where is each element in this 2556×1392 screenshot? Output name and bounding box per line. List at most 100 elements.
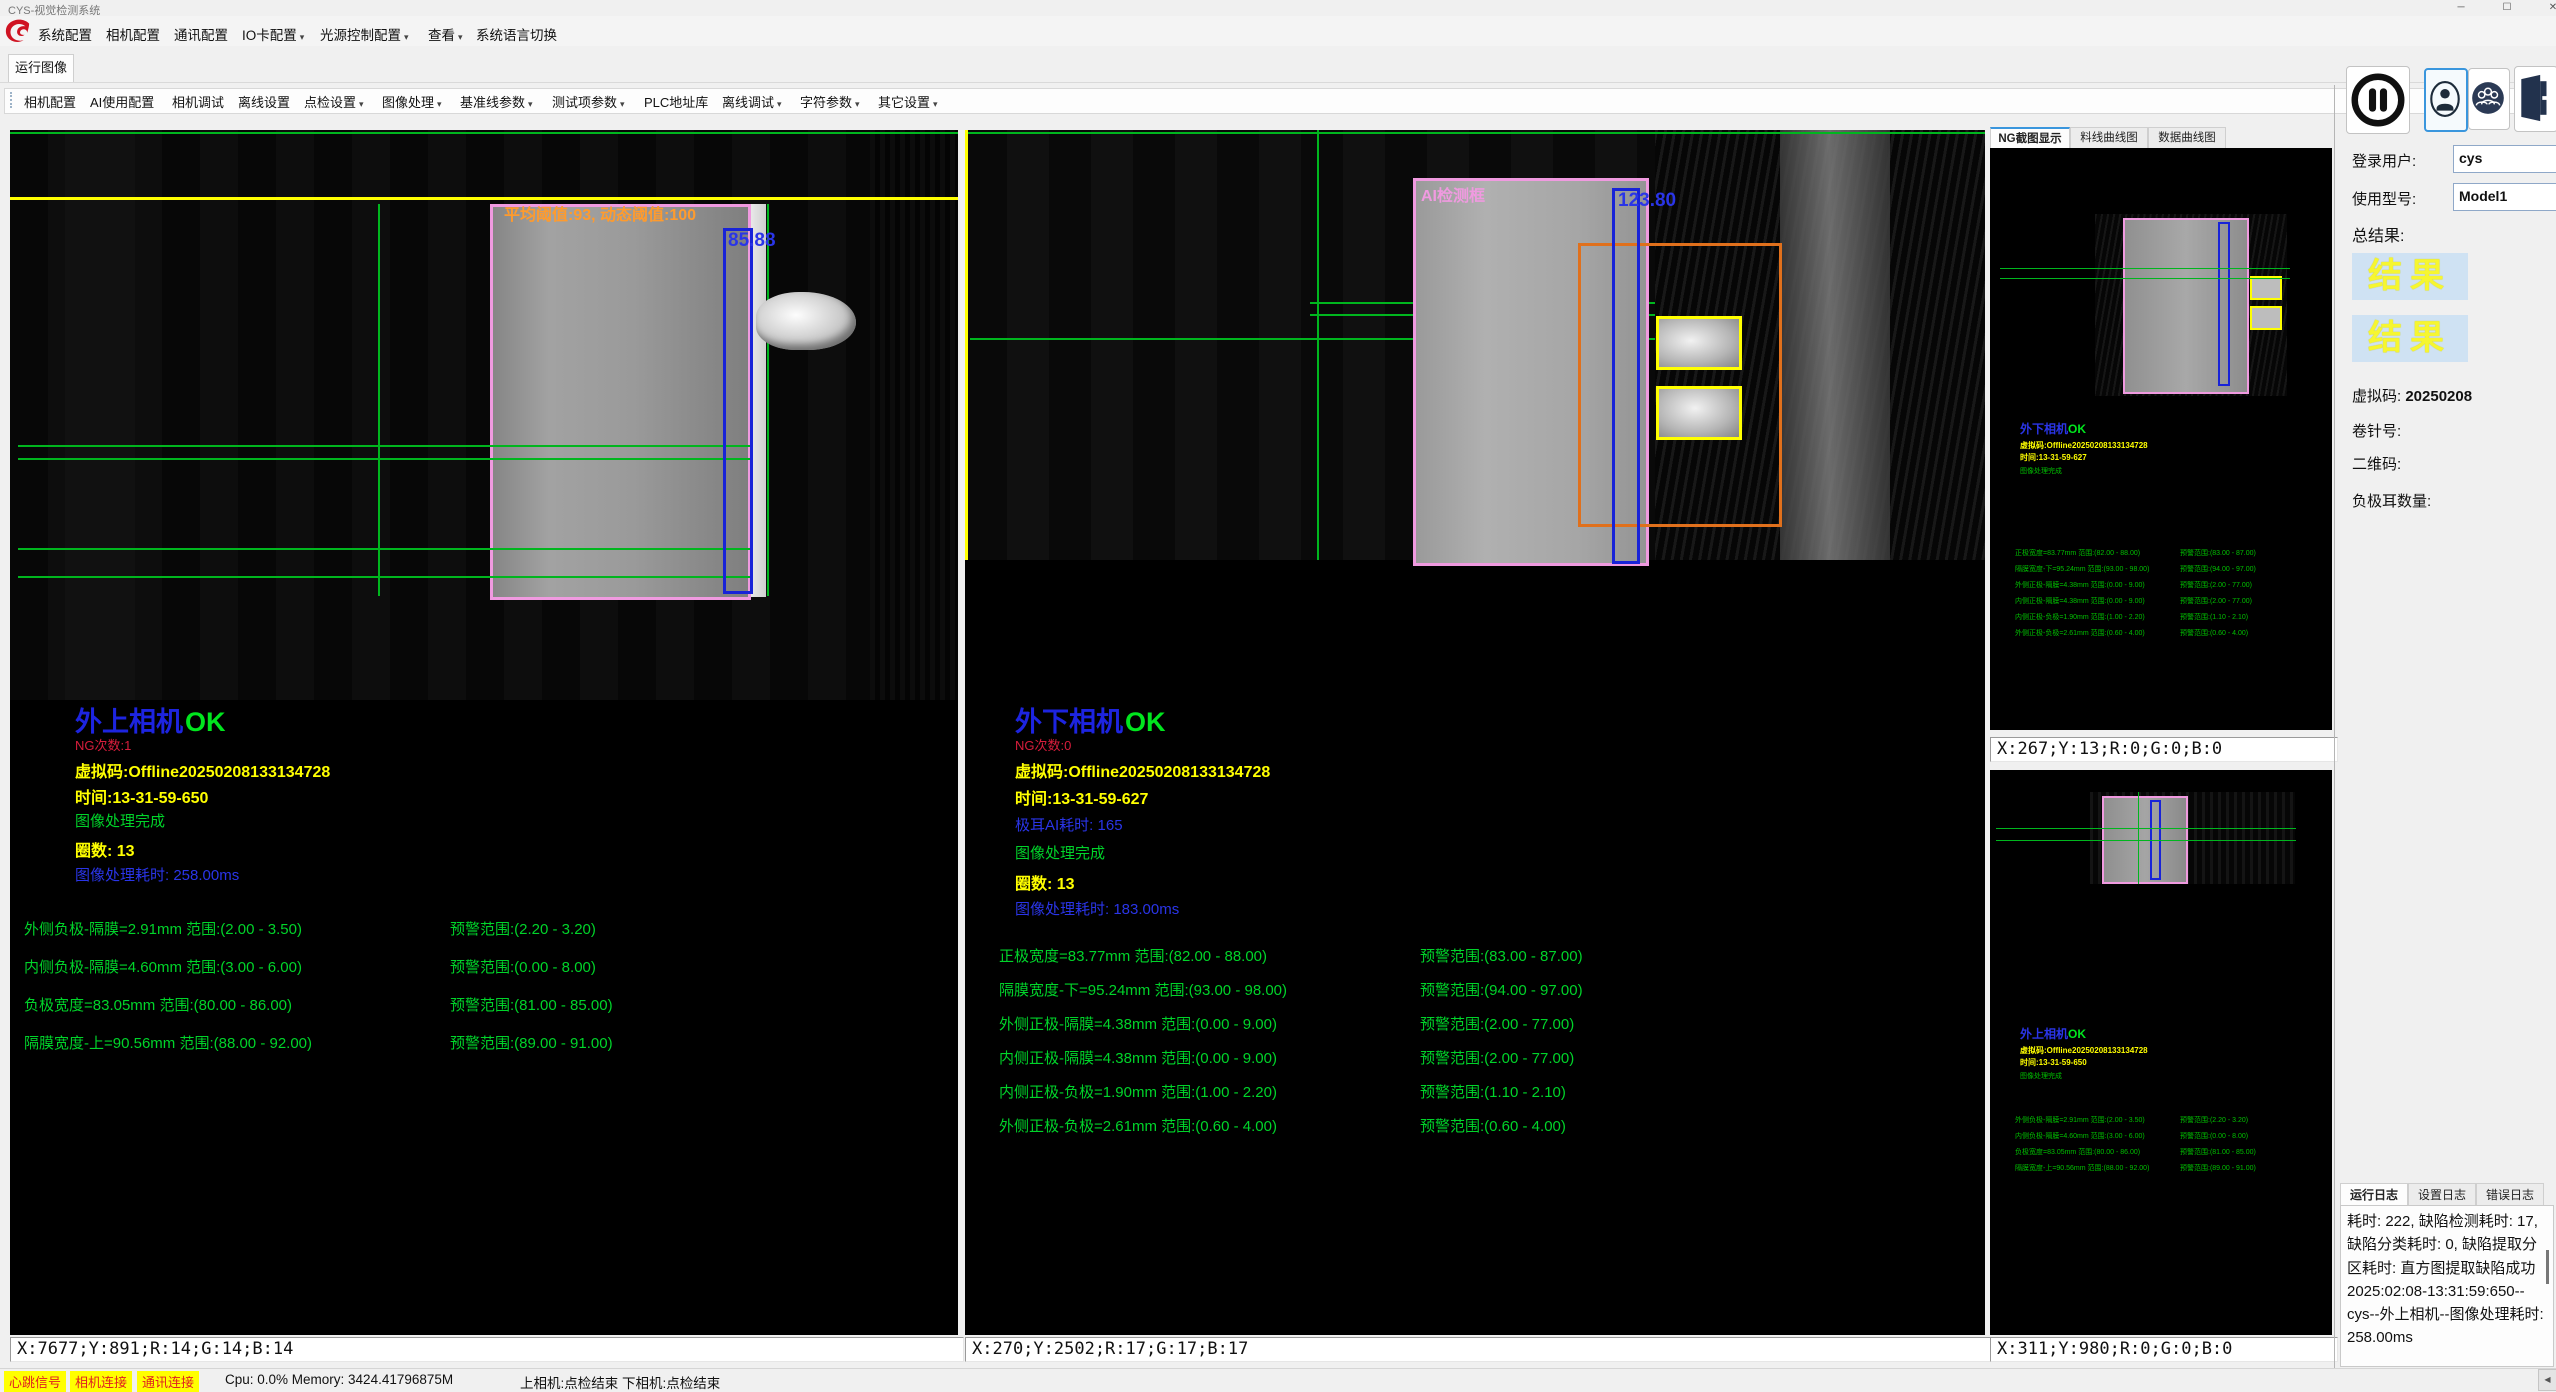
- tab-run-image[interactable]: 运行图像: [8, 54, 74, 82]
- menu-system-config[interactable]: 系统配置: [38, 24, 95, 44]
- result-badge-2: 结果: [2352, 315, 2468, 362]
- tool-other-settings[interactable]: 其它设置▾: [878, 92, 938, 111]
- qr-code-label: 二维码:: [2352, 453, 2401, 474]
- run-log-text[interactable]: 耗时: 222, 缺陷检测耗时: 17, 缺陷分类耗时: 0, 缺陷提取分区耗时…: [2340, 1205, 2554, 1367]
- thumb-camera-title: 外上相机OK: [2020, 1025, 2086, 1042]
- separator-strip: [751, 204, 766, 597]
- thumb-row: 预警范围:(1.10 - 2.10): [2180, 612, 2320, 622]
- ng-count: NG次数:1: [75, 735, 131, 754]
- metal-tab-blob: [756, 292, 856, 350]
- thumb-row: 预警范围:(0.60 - 4.00): [2180, 628, 2320, 638]
- ng-thumbnail-1[interactable]: 外下相机OK 虚拟码:Offline20250208133134728 时间:1…: [1990, 148, 2332, 730]
- log-scrollbar[interactable]: [2546, 1250, 2549, 1284]
- camera-view-bottom[interactable]: AI检测框 123.80 外下相机OK NG次数:0 虚拟码:Offline20…: [965, 130, 1985, 1335]
- tool-offline-debug[interactable]: 离线调试▾: [722, 92, 782, 111]
- pixel-coord-readout-top: X:7677;Y:891;R:14;G:14;B:14: [10, 1337, 964, 1362]
- close-button[interactable]: ✕: [2536, 0, 2556, 15]
- tool-baseline-params[interactable]: 基准线参数▾: [460, 92, 533, 111]
- ai-time-line: 极耳AI耗时: 165: [1015, 814, 1123, 835]
- tab-run-log[interactable]: 运行日志: [2340, 1183, 2408, 1206]
- virtual-code-label: 虚拟码: 20250208: [2352, 385, 2472, 406]
- thumb-row: 隔膜宽度-上=90.56mm 范围:(88.00 - 92.00): [2015, 1163, 2165, 1173]
- image-band: [870, 130, 958, 700]
- tool-camera-debug[interactable]: 相机调试: [172, 92, 227, 111]
- tab-ng-screenshot[interactable]: NG截图显示: [1990, 127, 2070, 150]
- process-time-line: 图像处理耗时: 183.00ms: [1015, 898, 1179, 919]
- tool-spot-check-setting[interactable]: 点检设置▾: [304, 92, 364, 111]
- tool-ai-use-config[interactable]: AI使用配置: [90, 92, 157, 111]
- scroll-left-arrow[interactable]: ◀: [2538, 1369, 2556, 1391]
- menu-language-switch[interactable]: 系统语言切换: [476, 24, 560, 44]
- thumb-guide-line: [2138, 792, 2139, 884]
- tab-line-curve[interactable]: 料线曲线图: [2070, 127, 2148, 149]
- ng-count: NG次数:0: [1015, 735, 1071, 754]
- thumb-row: 预警范围:(0.00 - 8.00): [2180, 1131, 2320, 1141]
- thumb-row: 正极宽度=83.77mm 范围:(82.00 - 88.00): [2015, 548, 2165, 558]
- measurement-row: 内侧负极-隔膜=4.60mm 范围:(3.00 - 6.00): [24, 956, 302, 977]
- pause-icon: [2347, 67, 2409, 133]
- guide-line: [18, 458, 750, 460]
- guide-line: [18, 445, 750, 447]
- exit-button[interactable]: [2514, 66, 2556, 132]
- warn-range: 预警范围:(0.60 - 4.00): [1420, 1115, 1566, 1136]
- login-user-button[interactable]: [2424, 68, 2468, 132]
- cpu-memory-status: Cpu: 0.0% Memory: 3424.41796875M: [225, 1372, 453, 1387]
- process-done-line: 图像处理完成: [75, 810, 165, 831]
- model-label: 使用型号:: [2352, 188, 2416, 209]
- measurement-row: 内侧正极-负极=1.90mm 范围:(1.00 - 2.20): [999, 1081, 1277, 1102]
- tool-offline-setting[interactable]: 离线设置: [238, 92, 293, 111]
- menu-io-card-config[interactable]: IO卡配置▾: [242, 24, 304, 44]
- logout-door-icon: [2515, 67, 2556, 129]
- thumb-row: 内侧正极-隔膜=4.38mm 范围:(0.00 - 9.00): [2015, 596, 2165, 606]
- time-line: 时间:13-31-59-650: [75, 784, 208, 808]
- tool-image-processing[interactable]: 图像处理▾: [382, 92, 442, 111]
- camera-image-top: [10, 130, 958, 700]
- login-user-label: 登录用户:: [2352, 150, 2416, 171]
- baseline-yellow-vertical: [965, 130, 968, 560]
- menu-light-control-config[interactable]: 光源控制配置▾: [320, 24, 409, 44]
- menu-view[interactable]: 查看▾: [428, 24, 463, 44]
- tool-char-params[interactable]: 字符参数▾: [800, 92, 860, 111]
- thumb-row: 图像处理完成: [2020, 466, 2300, 476]
- negative-tab-count-label: 负极耳数量:: [2352, 490, 2431, 511]
- camera-status-title: 外上相机OK: [75, 700, 226, 739]
- baseline-yellow: [10, 197, 958, 200]
- tool-test-item-params[interactable]: 测试项参数▾: [552, 92, 625, 111]
- spot-check-status: 上相机:点检结束 下相机:点检结束: [520, 1372, 720, 1392]
- virtual-code-line: 虚拟码:Offline20250208133134728: [1015, 758, 1270, 782]
- menu-comm-config[interactable]: 通讯配置: [174, 24, 231, 44]
- sidebar-divider: [2334, 85, 2335, 1370]
- pause-button[interactable]: [2346, 66, 2410, 134]
- menu-camera-config[interactable]: 相机配置: [106, 24, 163, 44]
- loop-count-line: 圈数: 13: [75, 837, 135, 861]
- login-user-field[interactable]: cys: [2453, 145, 2556, 173]
- thumb-row: 隔膜宽度-下=95.24mm 范围:(93.00 - 98.00): [2015, 564, 2165, 574]
- view-tab-row: [0, 46, 2556, 83]
- minimize-button[interactable]: ─: [2444, 0, 2478, 15]
- thumb-row: 预警范围:(94.00 - 97.00): [2180, 564, 2320, 574]
- thumb-row: 预警范围:(2.00 - 77.00): [2180, 596, 2320, 606]
- tab-error-log[interactable]: 错误日志: [2476, 1183, 2544, 1206]
- ng-thumbnail-2[interactable]: 外上相机OK 虚拟码:Offline20250208133134728 时间:1…: [1990, 770, 2332, 1335]
- measurement-row: 隔膜宽度-下=95.24mm 范围:(93.00 - 98.00): [999, 979, 1287, 1000]
- thumb-electrode-box: [2123, 218, 2249, 394]
- camera-view-top[interactable]: 平均阈值:93, 动态阈值:100 85.88 外上相机OK NG次数:1 虚拟…: [10, 130, 958, 1335]
- warn-range: 预警范围:(2.20 - 3.20): [450, 918, 596, 939]
- tab-data-curve[interactable]: 数据曲线图: [2148, 127, 2226, 149]
- tool-camera-config[interactable]: 相机配置: [24, 92, 79, 111]
- thumb-vcode: 虚拟码:Offline20250208133134728: [2020, 1045, 2300, 1056]
- thumb-guide-line: [2000, 268, 2290, 269]
- model-field[interactable]: Model1: [2453, 183, 2556, 211]
- guide-line-vertical: [378, 204, 380, 596]
- guide-line-vertical: [767, 204, 769, 596]
- process-done-line: 图像处理完成: [1015, 842, 1105, 863]
- measurement-row: 内侧正极-隔膜=4.38mm 范围:(0.00 - 9.00): [999, 1047, 1277, 1068]
- toolbar-grip-handle[interactable]: [10, 92, 16, 108]
- tab-setting-log[interactable]: 设置日志: [2408, 1183, 2476, 1206]
- maximize-button[interactable]: ☐: [2490, 0, 2524, 15]
- measure-value-overlay: 85.88: [728, 230, 776, 252]
- user-manage-button[interactable]: [2468, 68, 2510, 130]
- tool-plc-address-lib[interactable]: PLC地址库: [644, 92, 711, 111]
- warn-range: 预警范围:(1.10 - 2.10): [1420, 1081, 1566, 1102]
- image-band: [65, 130, 135, 700]
